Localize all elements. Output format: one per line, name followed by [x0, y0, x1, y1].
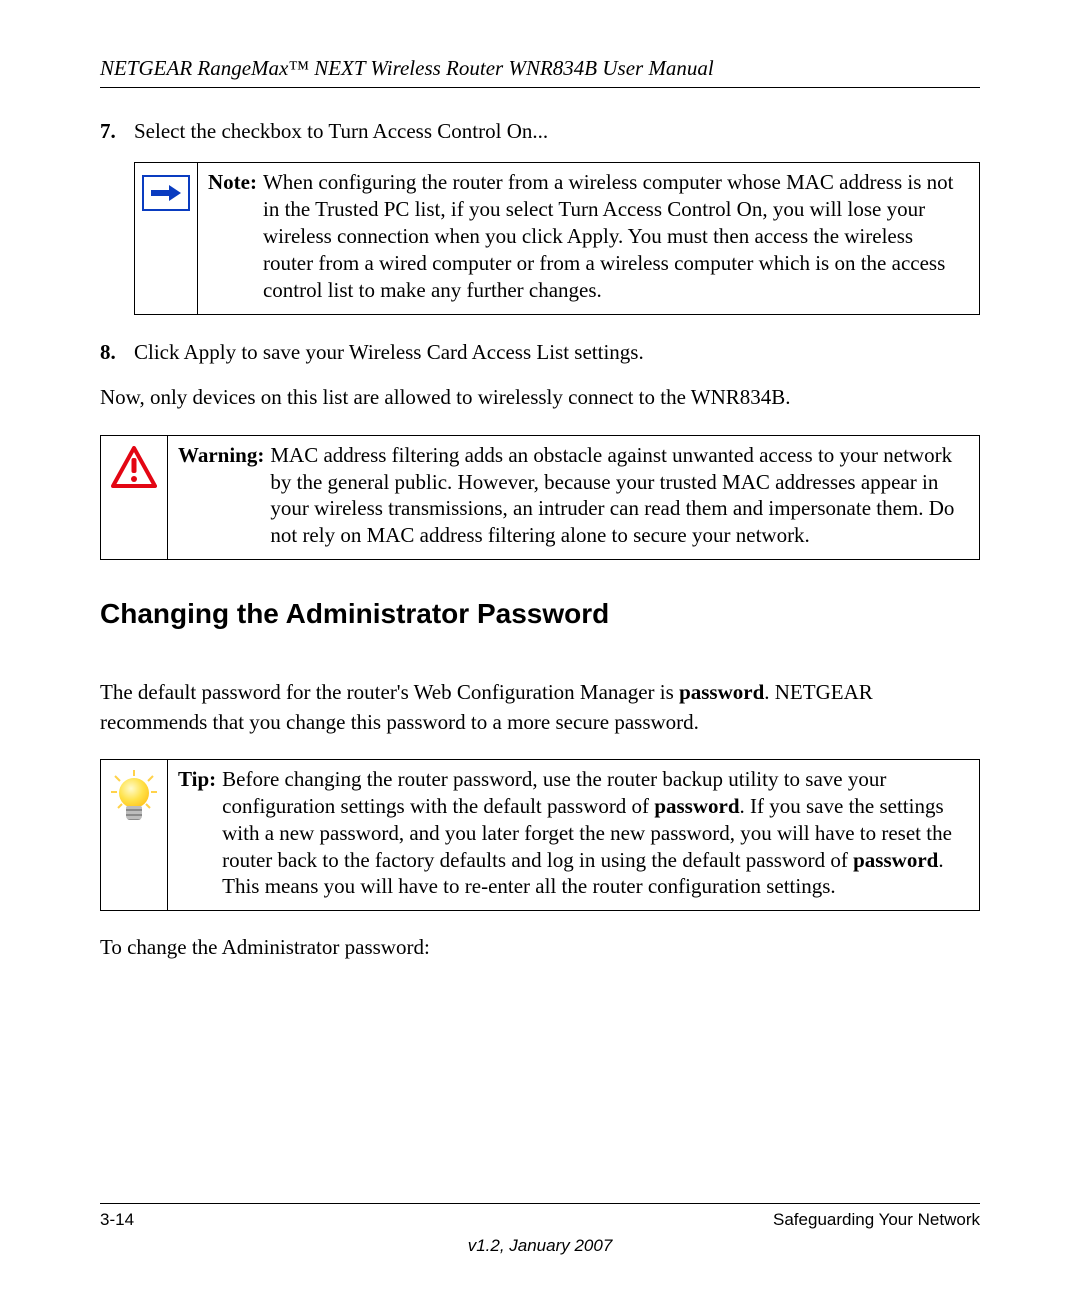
- step-8: 8. Click Apply to save your Wireless Car…: [100, 337, 980, 367]
- step-number: 8.: [100, 337, 134, 367]
- header-rule: [100, 87, 980, 88]
- warning-callout: Warning: MAC address filtering adds an o…: [100, 435, 980, 561]
- default-password-paragraph: The default password for the router's We…: [100, 678, 980, 737]
- tip-icon-cell: [101, 760, 168, 910]
- arrow-right-icon: [142, 175, 190, 211]
- warning-icon: [111, 446, 157, 488]
- running-header: NETGEAR RangeMax™ NEXT Wireless Router W…: [100, 56, 980, 81]
- warning-body: Warning: MAC address filtering adds an o…: [168, 436, 979, 560]
- page-footer: 3-14 Safeguarding Your Network v1.2, Jan…: [100, 1203, 980, 1256]
- chapter-title: Safeguarding Your Network: [773, 1210, 980, 1230]
- note-icon-cell: [135, 163, 198, 313]
- tip-body: Tip: Before changing the router password…: [168, 760, 979, 910]
- bold-password: password: [679, 680, 764, 704]
- note-callout: Note: When configuring the router from a…: [134, 162, 980, 314]
- note-body: Note: When configuring the router from a…: [198, 163, 979, 313]
- section-heading: Changing the Administrator Password: [100, 598, 980, 630]
- text: The default password for the router's We…: [100, 680, 679, 704]
- manual-page: NETGEAR RangeMax™ NEXT Wireless Router W…: [0, 0, 1080, 1296]
- bold-password: password: [654, 794, 739, 818]
- doc-version: v1.2, January 2007: [100, 1236, 980, 1256]
- paragraph-after-step8: Now, only devices on this list are allow…: [100, 383, 980, 412]
- step-text: Click Apply to save your Wireless Card A…: [134, 337, 980, 367]
- page-number: 3-14: [100, 1210, 134, 1230]
- lightbulb-icon: [109, 770, 159, 826]
- footer-rule: [100, 1203, 980, 1204]
- warning-text: MAC address filtering adds an obstacle a…: [270, 442, 965, 550]
- to-change-paragraph: To change the Administrator password:: [100, 933, 980, 962]
- note-text: When configuring the router from a wirel…: [263, 169, 965, 303]
- bold-password: password: [853, 848, 938, 872]
- note-label: Note:: [208, 169, 263, 303]
- step-text: Select the checkbox to Turn Access Contr…: [134, 116, 980, 146]
- step-number: 7.: [100, 116, 134, 146]
- warning-icon-cell: [101, 436, 168, 560]
- step-7: 7. Select the checkbox to Turn Access Co…: [100, 116, 980, 146]
- tip-label: Tip:: [178, 766, 222, 900]
- warning-label: Warning:: [178, 442, 270, 550]
- tip-callout: Tip: Before changing the router password…: [100, 759, 980, 911]
- tip-text: Before changing the router password, use…: [222, 766, 965, 900]
